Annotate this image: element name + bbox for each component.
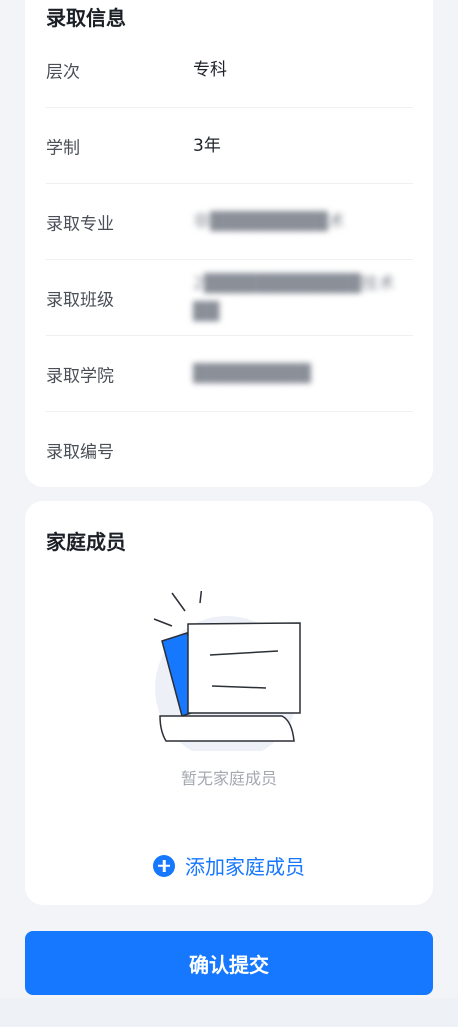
class-label: 录取班级 xyxy=(46,290,114,310)
major-value: 非█████████术 xyxy=(193,211,345,232)
info-row-major: 录取专业 非█████████术 xyxy=(46,184,413,260)
duration-label: 学制 xyxy=(46,138,80,158)
college-label: 录取学院 xyxy=(46,366,114,386)
info-row-duration: 学制 3年 xyxy=(46,108,413,184)
add-family-member-label: 添加家庭成员 xyxy=(185,855,305,879)
level-value: 专科 xyxy=(193,59,227,80)
major-label: 录取专业 xyxy=(46,214,114,234)
family-members-title: 家庭成员 xyxy=(46,530,126,554)
confirm-submit-button[interactable]: 确认提交 xyxy=(25,931,433,995)
page: 录取信息 层次 专科 学制 3年 录取专业 非█████████术 录取班级 2… xyxy=(0,0,458,1027)
empty-document-icon xyxy=(153,591,301,751)
add-family-member-button[interactable]: 添加家庭成员 xyxy=(25,851,433,880)
family-members-card: 家庭成员 暂无家庭成员 添加家庭成员 xyxy=(25,501,433,905)
empty-state-text: 暂无家庭成员 xyxy=(180,769,277,788)
college-value: █████████ xyxy=(193,363,311,384)
plus-circle-icon xyxy=(153,854,175,877)
admission-info-title: 录取信息 xyxy=(46,6,126,30)
info-row-admission-number: 录取编号 xyxy=(46,412,413,488)
info-row-level: 层次 专科 xyxy=(46,32,413,108)
info-row-class: 录取班级 2████████████技术██ xyxy=(46,260,413,336)
admission-info-card: 录取信息 层次 专科 学制 3年 录取专业 非█████████术 录取班级 2… xyxy=(25,0,433,487)
level-label: 层次 xyxy=(46,62,80,82)
admission-number-label: 录取编号 xyxy=(46,442,114,463)
duration-value: 3年 xyxy=(193,135,221,156)
bottom-bar xyxy=(0,998,458,1027)
class-value: 2████████████技术██ xyxy=(193,273,395,322)
info-row-college: 录取学院 █████████ xyxy=(46,336,413,412)
